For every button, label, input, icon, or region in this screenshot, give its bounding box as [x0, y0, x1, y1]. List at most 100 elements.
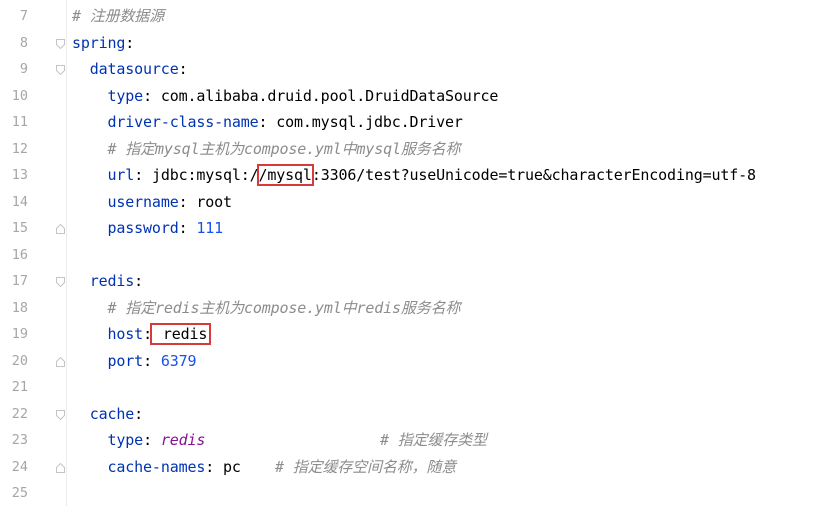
yaml-key: host [107, 325, 144, 343]
yaml-separator: : [134, 166, 152, 184]
code-line[interactable]: 8 spring: [0, 30, 832, 57]
code-line[interactable]: 23 type: redis # 指定缓存类型 [0, 427, 832, 454]
code-line[interactable]: 7 # 注册数据源 [0, 3, 832, 30]
yaml-separator: : [143, 86, 161, 105]
line-number: 24 [11, 458, 28, 475]
yaml-key: redis [89, 272, 135, 290]
fold-open-icon[interactable] [56, 277, 65, 287]
line-number: 23 [11, 432, 28, 448]
yaml-separator: : [143, 431, 161, 449]
line-number: 10 [11, 87, 28, 104]
code-text[interactable]: password: 111 [72, 215, 224, 242]
code-line[interactable]: 24 cache-names: pc # 指定缓存空间名称，随意 [0, 454, 832, 481]
code-text[interactable]: datasource: [72, 56, 188, 83]
highlighted-mysql-host: /mysql [256, 164, 314, 186]
code-line[interactable]: 12 # 指定mysql主机为compose.yml中mysql服务名称 [0, 136, 832, 163]
line-number: 19 [11, 326, 28, 342]
line-number: 9 [19, 61, 28, 77]
code-text[interactable]: host: redis [72, 321, 212, 348]
code-line[interactable]: 10 type: com.alibaba.druid.pool.DruidDat… [0, 83, 832, 110]
yaml-separator: : [143, 325, 152, 343]
line-number: 8 [19, 34, 28, 51]
comment: # 注册数据源 [72, 7, 165, 25]
code-line[interactable]: 14 username: root [0, 189, 832, 216]
code-text[interactable]: cache: [72, 401, 143, 428]
fold-open-icon[interactable] [56, 409, 65, 420]
code-line[interactable]: 16 [0, 242, 832, 269]
trailing-comment: # 指定缓存空间名称，随意 [275, 457, 457, 476]
code-line[interactable]: 18 # 指定redis主机为compose.yml中redis服务名称 [0, 295, 832, 322]
line-number: 18 [11, 299, 28, 316]
code-text[interactable]: cache-names: pc [72, 454, 241, 481]
code-text[interactable]: url: jdbc:mysql://mysql:3306/test?useUni… [72, 162, 756, 189]
fold-open-icon[interactable] [56, 65, 65, 75]
line-number: 12 [11, 140, 28, 157]
line-number: 21 [11, 379, 28, 395]
yaml-key: cache-names [107, 457, 206, 476]
yaml-value: root [196, 192, 232, 211]
yaml-key: username [107, 192, 179, 211]
code-line[interactable]: 17 redis: [0, 268, 832, 295]
url-prefix: jdbc:mysql:/ [151, 166, 259, 184]
code-line[interactable]: 19 host: redis [0, 321, 832, 348]
line-number: 14 [11, 193, 28, 210]
code-line[interactable]: 22 cache: [0, 401, 832, 428]
code-editor[interactable]: 7 # 注册数据源 8 spring: 9 datasource: 10 typ… [0, 0, 832, 506]
line-number: 15 [11, 220, 28, 236]
fold-end-icon[interactable] [56, 224, 65, 234]
yaml-key: url [107, 166, 135, 184]
line-number: 25 [11, 485, 28, 501]
code-text[interactable]: redis: [72, 268, 143, 295]
fold-end-icon[interactable] [56, 462, 65, 473]
yaml-key: cache [89, 404, 135, 423]
code-text[interactable]: # 注册数据源 [72, 3, 164, 30]
code-text[interactable]: spring: [72, 30, 134, 57]
code-line[interactable]: 25 [0, 480, 832, 507]
code-line[interactable]: 15 password: 111 [0, 215, 832, 242]
line-number: 13 [11, 167, 28, 183]
code-text[interactable]: port: 6379 [72, 348, 197, 375]
yaml-key: type [107, 431, 144, 449]
code-text[interactable]: # 指定redis主机为compose.yml中redis服务名称 [72, 295, 461, 322]
code-line[interactable]: 11 driver-class-name: com.mysql.jdbc.Dri… [0, 109, 832, 136]
code-text[interactable]: type: redis [72, 427, 206, 454]
url-suffix: :3306/test?useUnicode=true&characterEnco… [311, 166, 756, 184]
line-number: 7 [19, 8, 28, 24]
line-number: 16 [11, 246, 28, 263]
yaml-separator: : [205, 457, 223, 476]
highlighted-redis-host: redis [149, 323, 212, 345]
code-line[interactable]: 20 port: 6379 [0, 348, 832, 375]
code-line[interactable]: 21 [0, 374, 832, 401]
code-text[interactable]: type: com.alibaba.druid.pool.DruidDataSo… [72, 83, 499, 110]
yaml-value: com.alibaba.druid.pool.DruidDataSource [160, 86, 499, 105]
fold-end-icon[interactable] [56, 356, 65, 367]
yaml-separator: : [134, 272, 144, 290]
trailing-comment: # 指定缓存类型 [380, 431, 487, 449]
yaml-separator: : [258, 113, 277, 131]
yaml-value: com.mysql.jdbc.Driver [276, 113, 463, 131]
code-line[interactable]: 13 url: jdbc:mysql://mysql:3306/test?use… [0, 162, 832, 189]
code-text[interactable]: # 指定mysql主机为compose.yml中mysql服务名称 [72, 136, 461, 163]
yaml-separator: : [178, 60, 188, 78]
yaml-key: datasource [89, 60, 179, 78]
code-line[interactable]: 9 datasource: [0, 56, 832, 83]
fold-open-icon[interactable] [56, 38, 65, 49]
yaml-separator: : [178, 219, 197, 237]
code-text[interactable]: driver-class-name: com.mysql.jdbc.Driver [72, 109, 463, 136]
line-number: 22 [11, 405, 28, 422]
comment: # 指定mysql主机为compose.yml中mysql服务名称 [107, 139, 461, 158]
code-text[interactable]: username: root [72, 189, 232, 216]
yaml-key: spring [72, 33, 126, 52]
yaml-number: 6379 [160, 351, 197, 370]
